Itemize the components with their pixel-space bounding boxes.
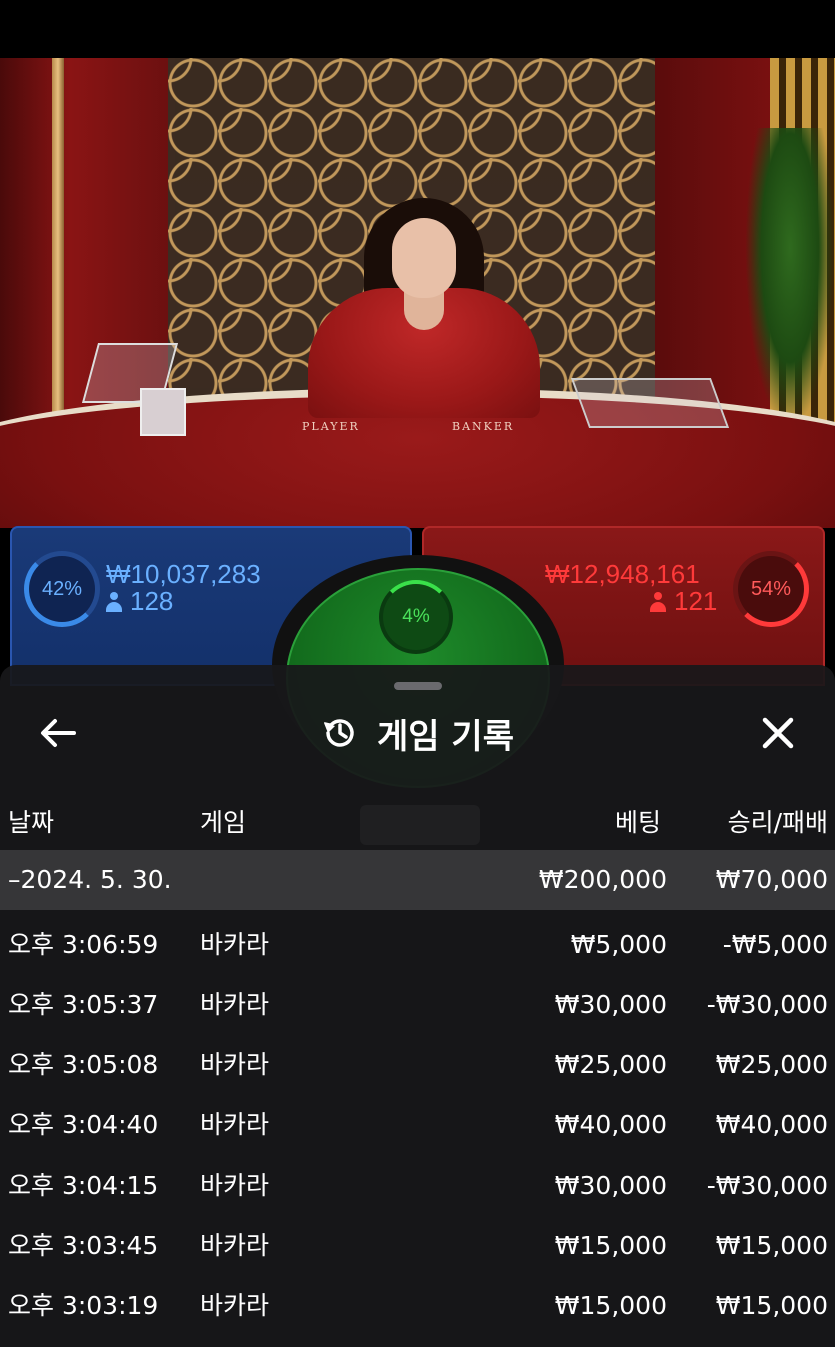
player-bettor-count: 128 <box>106 587 173 615</box>
banker-percent: 54% <box>750 577 792 600</box>
backdrop-trim <box>52 58 64 418</box>
player-percent-ring: 42% <box>24 551 100 627</box>
history-row[interactable]: 오후 3:03:45 바카라 ₩15,000 ₩15,000 <box>0 1216 835 1276</box>
row-result: ₩15,000 <box>715 1291 828 1320</box>
close-button[interactable] <box>750 711 806 755</box>
table-label-player: PLAYER <box>302 420 360 433</box>
row-game: 바카라 <box>200 1050 270 1079</box>
row-time: 오후 3:05:37 <box>8 990 159 1019</box>
column-header-bet: 베팅 <box>614 808 661 837</box>
row-time: 오후 3:05:08 <box>8 1050 159 1079</box>
row-bet: ₩15,000 <box>554 1291 667 1320</box>
discard-tray <box>570 378 730 428</box>
tie-percent-ring: 4% <box>379 580 453 654</box>
column-header-result: 승리/패배 <box>727 808 828 837</box>
tie-percent: 4% <box>402 606 430 627</box>
player-percent: 42% <box>41 577 83 600</box>
row-game: 바카라 <box>200 1171 270 1200</box>
row-bet: ₩15,000 <box>554 1231 667 1260</box>
sheet-title-group: 게임 기록 <box>0 711 835 757</box>
row-game: 바카라 <box>200 1231 270 1260</box>
date-group-result-total: ₩70,000 <box>715 865 828 894</box>
game-history-sheet: 게임 기록 날짜 게임 베팅 승리/패배 –2024. 5. 30. ₩200,… <box>0 665 835 1347</box>
plant-decoration <box>745 128 835 428</box>
history-row[interactable]: 오후 3:05:37 바카라 ₩30,000 -₩30,000 <box>0 975 835 1035</box>
banker-bettor-count-value: 121 <box>674 586 718 616</box>
row-time: 오후 3:03:19 <box>8 1291 159 1320</box>
column-header-date: 날짜 <box>8 808 55 837</box>
sheet-title: 게임 기록 <box>377 716 514 757</box>
history-row[interactable]: 오후 3:03:19 바카라 ₩15,000 ₩15,000 <box>0 1276 835 1336</box>
banker-bet-amount: ₩12,948,161 <box>545 559 700 589</box>
row-bet: ₩40,000 <box>554 1110 667 1139</box>
row-game: 바카라 <box>200 1110 270 1139</box>
player-bettor-count-value: 128 <box>130 586 174 616</box>
row-time: 오후 3:04:15 <box>8 1171 159 1200</box>
history-row[interactable]: 오후 3:04:15 바카라 ₩30,000 -₩30,000 <box>0 1156 835 1216</box>
row-result: ₩15,000 <box>715 1231 828 1260</box>
row-time: 오후 3:04:40 <box>8 1110 159 1139</box>
row-game: 바카라 <box>200 1291 270 1320</box>
row-result: ₩40,000 <box>715 1110 828 1139</box>
background-overlay <box>360 805 480 845</box>
history-row[interactable]: 오후 3:05:08 바카라 ₩25,000 ₩25,000 <box>0 1035 835 1095</box>
date-group-bet-total: ₩200,000 <box>538 865 667 894</box>
row-time: 오후 3:03:45 <box>8 1231 159 1260</box>
sheet-header: 게임 기록 <box>0 693 835 773</box>
dealer <box>308 198 540 418</box>
person-icon <box>106 592 122 612</box>
row-game: 바카라 <box>200 990 270 1019</box>
row-bet: ₩30,000 <box>554 990 667 1019</box>
banker-percent-ring: 54% <box>733 551 809 627</box>
column-header-game: 게임 <box>200 808 247 837</box>
date-group-row[interactable]: –2024. 5. 30. ₩200,000 ₩70,000 <box>0 850 835 910</box>
status-bar <box>0 0 835 58</box>
live-video: PLAYER BANKER <box>0 58 835 528</box>
close-icon <box>762 717 794 749</box>
banker-bettor-count: 121 <box>650 587 717 615</box>
row-bet: ₩5,000 <box>570 930 667 959</box>
history-row[interactable]: 오후 3:06:59 바카라 ₩5,000 -₩5,000 <box>0 915 835 975</box>
row-result: ₩25,000 <box>715 1050 828 1079</box>
table-label-banker: BANKER <box>452 420 515 433</box>
row-bet: ₩30,000 <box>554 1171 667 1200</box>
row-result: -₩30,000 <box>706 990 828 1019</box>
card-stack <box>140 388 186 436</box>
row-result: -₩30,000 <box>706 1171 828 1200</box>
date-group-label: –2024. 5. 30. <box>8 865 172 894</box>
history-icon <box>324 719 354 747</box>
row-bet: ₩25,000 <box>554 1050 667 1079</box>
row-result: -₩5,000 <box>722 930 828 959</box>
person-icon <box>650 592 666 612</box>
row-game: 바카라 <box>200 930 270 959</box>
row-time: 오후 3:06:59 <box>8 930 159 959</box>
history-row[interactable]: 오후 3:04:40 바카라 ₩40,000 ₩40,000 <box>0 1095 835 1155</box>
player-bet-amount: ₩10,037,283 <box>106 559 261 589</box>
drag-handle[interactable] <box>394 682 442 690</box>
